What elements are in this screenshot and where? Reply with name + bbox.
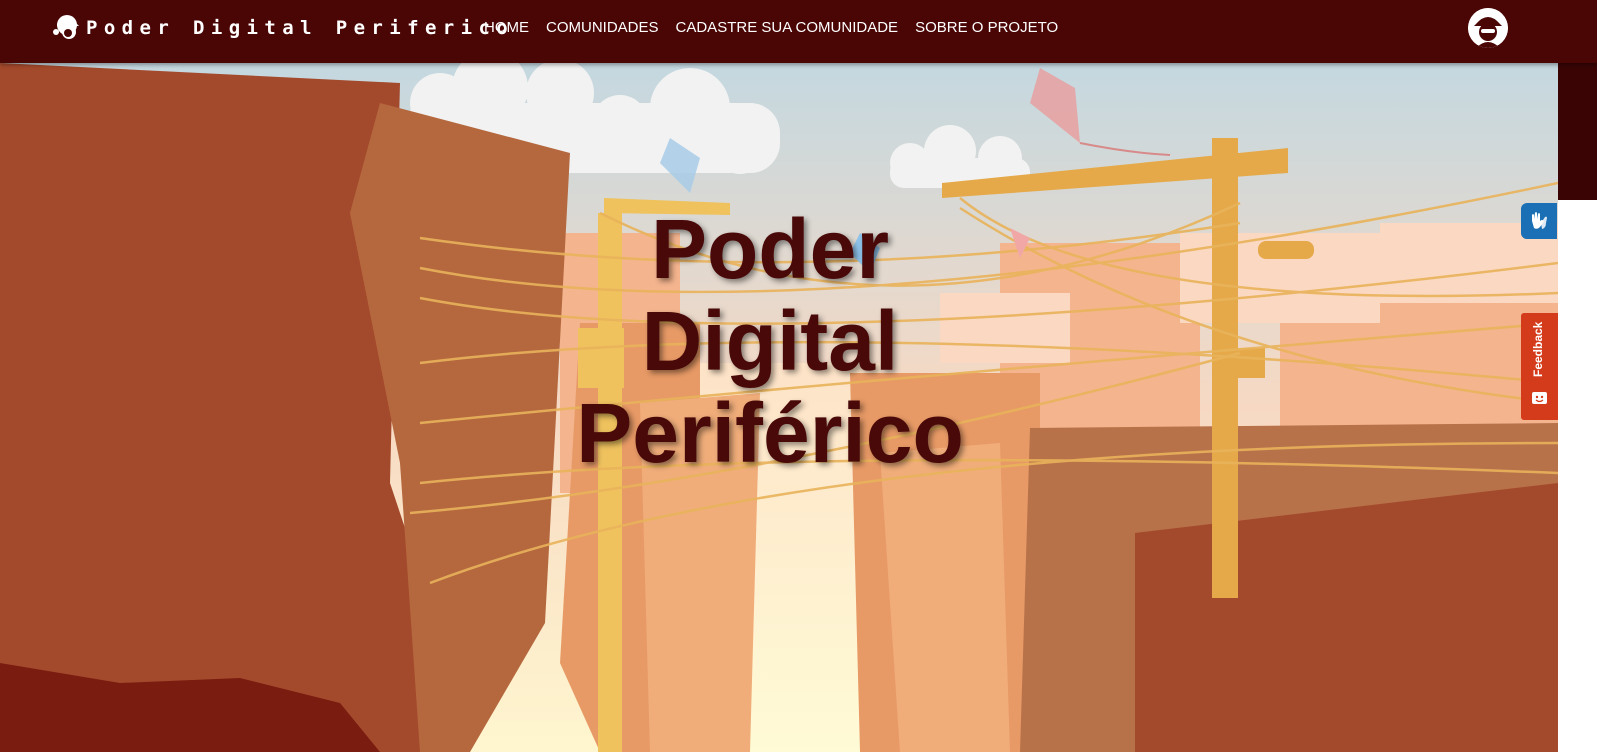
hero-title-line-3: Periférico [576,386,964,480]
page-scrollbar-thumb[interactable] [1558,63,1597,200]
hero-banner: Poder Digital Periférico [0,63,1558,752]
top-navbar: Poder Digital Periferico HOME COMUNIDADE… [0,0,1597,63]
brand-link[interactable]: Poder Digital Periferico [51,12,514,44]
user-avatar-button[interactable] [1468,8,1508,48]
hero-title-line-2: Digital [641,294,899,388]
accessibility-widget-button[interactable] [1521,203,1557,239]
feedback-label: Feedback [1531,321,1545,377]
person-with-cap-icon [53,15,79,39]
feedback-tab-button[interactable]: Feedback [1521,313,1558,420]
hero-title: Poder Digital Periférico [540,203,1000,479]
nav-comunidades-link[interactable]: COMUNIDADES [546,19,659,37]
nav-menu: HOME COMUNIDADES CADASTRE SUA COMUNIDADE… [484,19,1075,37]
nav-cadastre-link[interactable]: CADASTRE SUA COMUNIDADE [676,19,899,37]
hero-title-line-1: Poder [650,202,890,296]
user-avatar-icon [1468,8,1508,48]
nav-sobre-link[interactable]: SOBRE O PROJETO [915,19,1058,37]
nav-home-link[interactable]: HOME [484,19,529,37]
smiley-chat-icon [1532,392,1547,404]
brand-title: Poder Digital Periferico [86,17,515,39]
sign-language-hands-icon [1532,212,1547,229]
